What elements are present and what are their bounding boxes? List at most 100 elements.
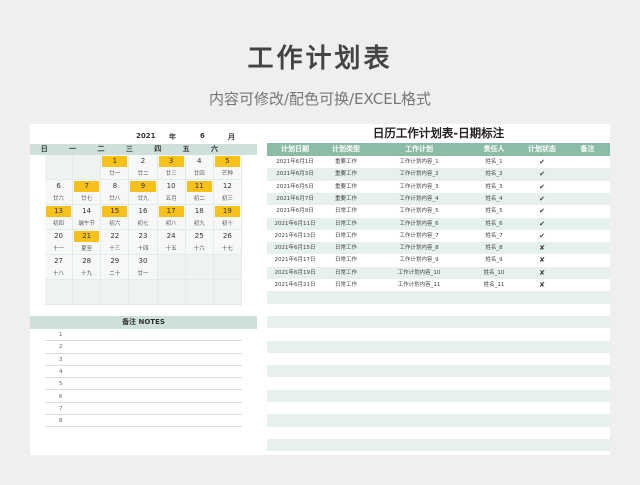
calendar-day-cell[interactable]: 21 夏至 — [73, 230, 102, 255]
table-row[interactable]: 2021年6月21日 日常工作 工作计划内容_11 姓名_11 ✘ — [267, 279, 610, 292]
calendar-day-number — [130, 281, 155, 292]
calendar-day-cell[interactable] — [213, 255, 242, 280]
calendar-lunar-date: 廿八 — [109, 196, 121, 202]
calendar-day-cell[interactable]: 20 十一 — [45, 230, 74, 255]
calendar-day-cell[interactable]: 18 初九 — [185, 205, 214, 230]
table-empty-row — [267, 377, 610, 390]
calendar-day-cell[interactable]: 24 十五 — [157, 230, 186, 255]
calendar-day-cell[interactable]: 25 十六 — [185, 230, 214, 255]
calendar-day-number: 10 — [166, 182, 176, 190]
calendar-day-cell[interactable]: 23 十四 — [129, 230, 158, 255]
calendar-day-cell[interactable]: 19 初十 — [213, 205, 242, 230]
cell-plan-date: 2021年6月9日 — [276, 208, 314, 215]
calendar-day-cell[interactable] — [157, 255, 186, 280]
calendar-day-cell[interactable]: 14 端午节 — [73, 205, 102, 230]
note-row[interactable]: 1 — [45, 329, 242, 342]
cell-plan-date: 2021年6月5日 — [276, 183, 314, 190]
note-row[interactable]: 4 — [45, 366, 242, 379]
calendar-day-cell[interactable]: 17 初八 — [157, 205, 186, 230]
table-row[interactable]: 2021年6月3日 重要工作 工作计划内容_2 姓名_2 ✔ — [267, 168, 610, 181]
table-row[interactable]: 2021年6月19日 日常工作 工作计划内容_10 姓名_10 ✘ — [267, 266, 610, 279]
calendar-day-cell[interactable]: 9 廿九 — [129, 180, 158, 205]
note-row[interactable]: 8 — [45, 415, 242, 428]
calendar-day-cell[interactable] — [129, 280, 158, 305]
calendar-day-number — [46, 281, 71, 292]
cell-status: ✔ — [539, 207, 545, 216]
calendar-day-cell[interactable]: 12 初三 — [213, 180, 242, 205]
calendar-day-number: 14 — [82, 207, 92, 215]
cell-owner: 姓名_3 — [485, 183, 503, 190]
calendar-day-cell[interactable]: 11 初二 — [185, 180, 214, 205]
calendar-day-cell[interactable]: 28 十九 — [73, 255, 102, 280]
calendar-day-cell[interactable]: 6 廿六 — [45, 180, 74, 205]
calendar-day-number: 27 — [54, 257, 63, 265]
table-row[interactable]: 2021年6月11日 日常工作 工作计划内容_6 姓名_6 ✔ — [267, 217, 610, 230]
calendar-day-number — [74, 156, 99, 167]
calendar-day-cell[interactable] — [213, 280, 242, 305]
calendar-day-cell[interactable]: 2 廿二 — [129, 155, 158, 180]
table-row[interactable]: 2021年6月5日 重要工作 工作计划内容_3 姓名_3 ✔ — [267, 180, 610, 193]
cell-work-plan: 工作计划内容_8 — [399, 245, 439, 252]
calendar-day-cell[interactable]: 22 十三 — [101, 230, 130, 255]
note-row[interactable]: 7 — [45, 403, 242, 416]
cell-plan-type: 日常工作 — [334, 269, 357, 276]
calendar-day-number — [187, 256, 212, 267]
calendar-day-cell[interactable] — [101, 280, 130, 305]
calendar-day-cell[interactable] — [73, 155, 102, 180]
calendar-day-cell[interactable]: 5 芒种 — [213, 155, 242, 180]
calendar-day-cell[interactable]: 29 二十 — [101, 255, 130, 280]
table-row[interactable]: 2021年6月7日 重要工作 工作计划内容_4 姓名_4 ✔ — [267, 192, 610, 206]
calendar-day-cell[interactable] — [157, 280, 186, 305]
cell-plan-type: 日常工作 — [334, 245, 357, 252]
cell-work-plan: 工作计划内容_9 — [399, 257, 439, 264]
cell-plan-type: 重要工作 — [334, 195, 357, 202]
calendar-lunar-date: 二十 — [109, 271, 121, 277]
cell-owner: 姓名_2 — [485, 171, 503, 178]
calendar-day-cell[interactable]: 15 初六 — [101, 205, 130, 230]
calendar-day-cell[interactable]: 1 廿一 — [101, 155, 130, 180]
calendar-day-cell[interactable]: 30 廿一 — [129, 255, 158, 280]
cell-remark — [565, 193, 610, 205]
calendar-lunar-date: 十四 — [137, 246, 149, 252]
table-empty-row — [267, 352, 610, 366]
calendar-day-cell[interactable] — [185, 280, 214, 305]
calendar-day-cell[interactable] — [45, 155, 74, 180]
calendar-day-cell[interactable]: 8 廿八 — [101, 180, 130, 205]
calendar-day-cell[interactable]: 4 廿四 — [185, 155, 214, 180]
cell-owner: 姓名_11 — [483, 282, 505, 288]
calendar-day-cell[interactable]: 27 十八 — [45, 255, 74, 280]
cell-plan-date: 2021年6月1日 — [276, 159, 314, 165]
calendar-day-cell[interactable]: 3 廿三 — [157, 155, 186, 180]
cell-work-plan: 工作计划内容_4 — [399, 195, 439, 202]
calendar-year-month: 2021 年 6 月 — [136, 132, 250, 144]
calendar-lunar-date: 廿六 — [53, 196, 65, 202]
note-row[interactable]: 6 — [45, 391, 242, 403]
calendar-year[interactable]: 2021 — [136, 132, 155, 140]
calendar-day-cell[interactable]: 10 五月 — [157, 180, 186, 205]
cell-plan-date: 2021年6月17日 — [274, 257, 316, 264]
note-row[interactable]: 2 — [45, 341, 242, 354]
calendar-day-cell[interactable]: 26 十七 — [213, 230, 242, 255]
table-row[interactable]: 2021年6月13日 日常工作 工作计划内容_7 姓名_7 ✔ — [267, 229, 610, 243]
calendar-day-cell[interactable]: 13 初四 — [45, 205, 74, 230]
cell-work-plan: 工作计划内容_10 — [397, 269, 441, 276]
calendar-month[interactable]: 6 — [200, 132, 205, 140]
table-row[interactable]: 2021年6月9日 日常工作 工作计划内容_5 姓名_5 ✔ — [267, 205, 610, 218]
table-empty-row — [267, 438, 610, 452]
calendar-day-cell[interactable]: 16 初七 — [129, 205, 158, 230]
calendar-weekday-header: 日 一 二 三 四 五 六 — [30, 144, 257, 155]
table-row[interactable]: 2021年6月1日 重要工作 工作计划内容_1 姓名_1 ✔ — [267, 156, 610, 169]
calendar-day-number: 13 — [46, 206, 72, 217]
calendar-day-number — [215, 281, 240, 292]
note-row[interactable]: 5 — [45, 378, 242, 391]
calendar-day-cell[interactable]: 7 廿七 — [73, 180, 102, 205]
table-row[interactable]: 2021年6月15日 日常工作 工作计划内容_8 姓名_8 ✘ — [267, 242, 610, 255]
note-row[interactable]: 3 — [45, 354, 242, 366]
cell-remark — [565, 181, 610, 193]
calendar-day-cell[interactable] — [45, 280, 74, 305]
table-empty-row — [267, 328, 610, 341]
cell-remark — [565, 242, 610, 254]
calendar-day-cell[interactable] — [73, 280, 102, 305]
table-row[interactable]: 2021年6月17日 日常工作 工作计划内容_9 姓名_9 ✘ — [267, 254, 610, 267]
calendar-day-cell[interactable] — [185, 255, 214, 280]
